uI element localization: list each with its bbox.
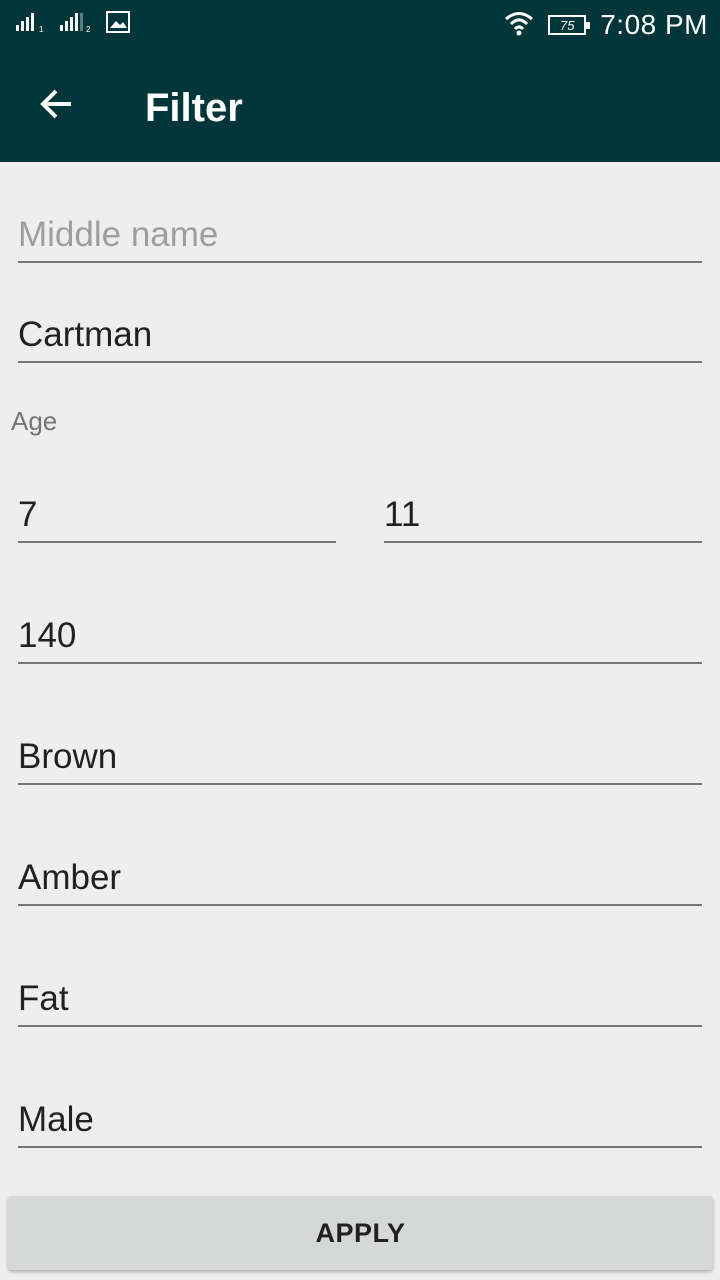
age-from-field	[18, 495, 336, 543]
back-button[interactable]	[24, 74, 88, 138]
status-right-icons: 75 7:08 PM	[504, 0, 708, 50]
signal-sim1-icon: 1	[16, 11, 46, 38]
svg-text:2: 2	[86, 25, 91, 33]
build-input[interactable]	[18, 979, 702, 1019]
battery-level: 75	[559, 17, 575, 33]
page-title: Filter	[145, 86, 243, 130]
gender-input[interactable]	[18, 1100, 702, 1140]
app-toolbar: Filter	[0, 50, 720, 162]
build-field	[18, 979, 702, 1027]
middle-name-input[interactable]	[18, 215, 702, 255]
middle-name-field	[18, 215, 702, 263]
height-field	[18, 616, 702, 664]
age-to-field	[384, 495, 702, 543]
age-from-input[interactable]	[18, 495, 336, 535]
signal-sim2-icon: 2	[60, 11, 92, 38]
gender-field	[18, 1100, 702, 1148]
eye-color-field	[18, 858, 702, 906]
eye-color-input[interactable]	[18, 858, 702, 898]
hair-color-field	[18, 737, 702, 785]
age-label: Age	[11, 406, 58, 436]
height-input[interactable]	[18, 616, 702, 656]
svg-text:1: 1	[39, 25, 44, 33]
age-to-input[interactable]	[384, 495, 702, 535]
wifi-icon	[504, 10, 534, 41]
hair-color-input[interactable]	[18, 737, 702, 777]
status-time: 7:08 PM	[600, 9, 708, 40]
image-notification-icon	[106, 11, 130, 38]
last-name-input[interactable]	[18, 315, 702, 355]
battery-icon: 75	[548, 15, 591, 35]
arrow-back-icon	[38, 86, 74, 127]
apply-button[interactable]: APPLY	[8, 1196, 713, 1270]
status-bar: 1 2 75 7:08 PM	[0, 0, 720, 50]
status-left-icons: 1 2	[16, 11, 130, 38]
last-name-field	[18, 315, 702, 363]
